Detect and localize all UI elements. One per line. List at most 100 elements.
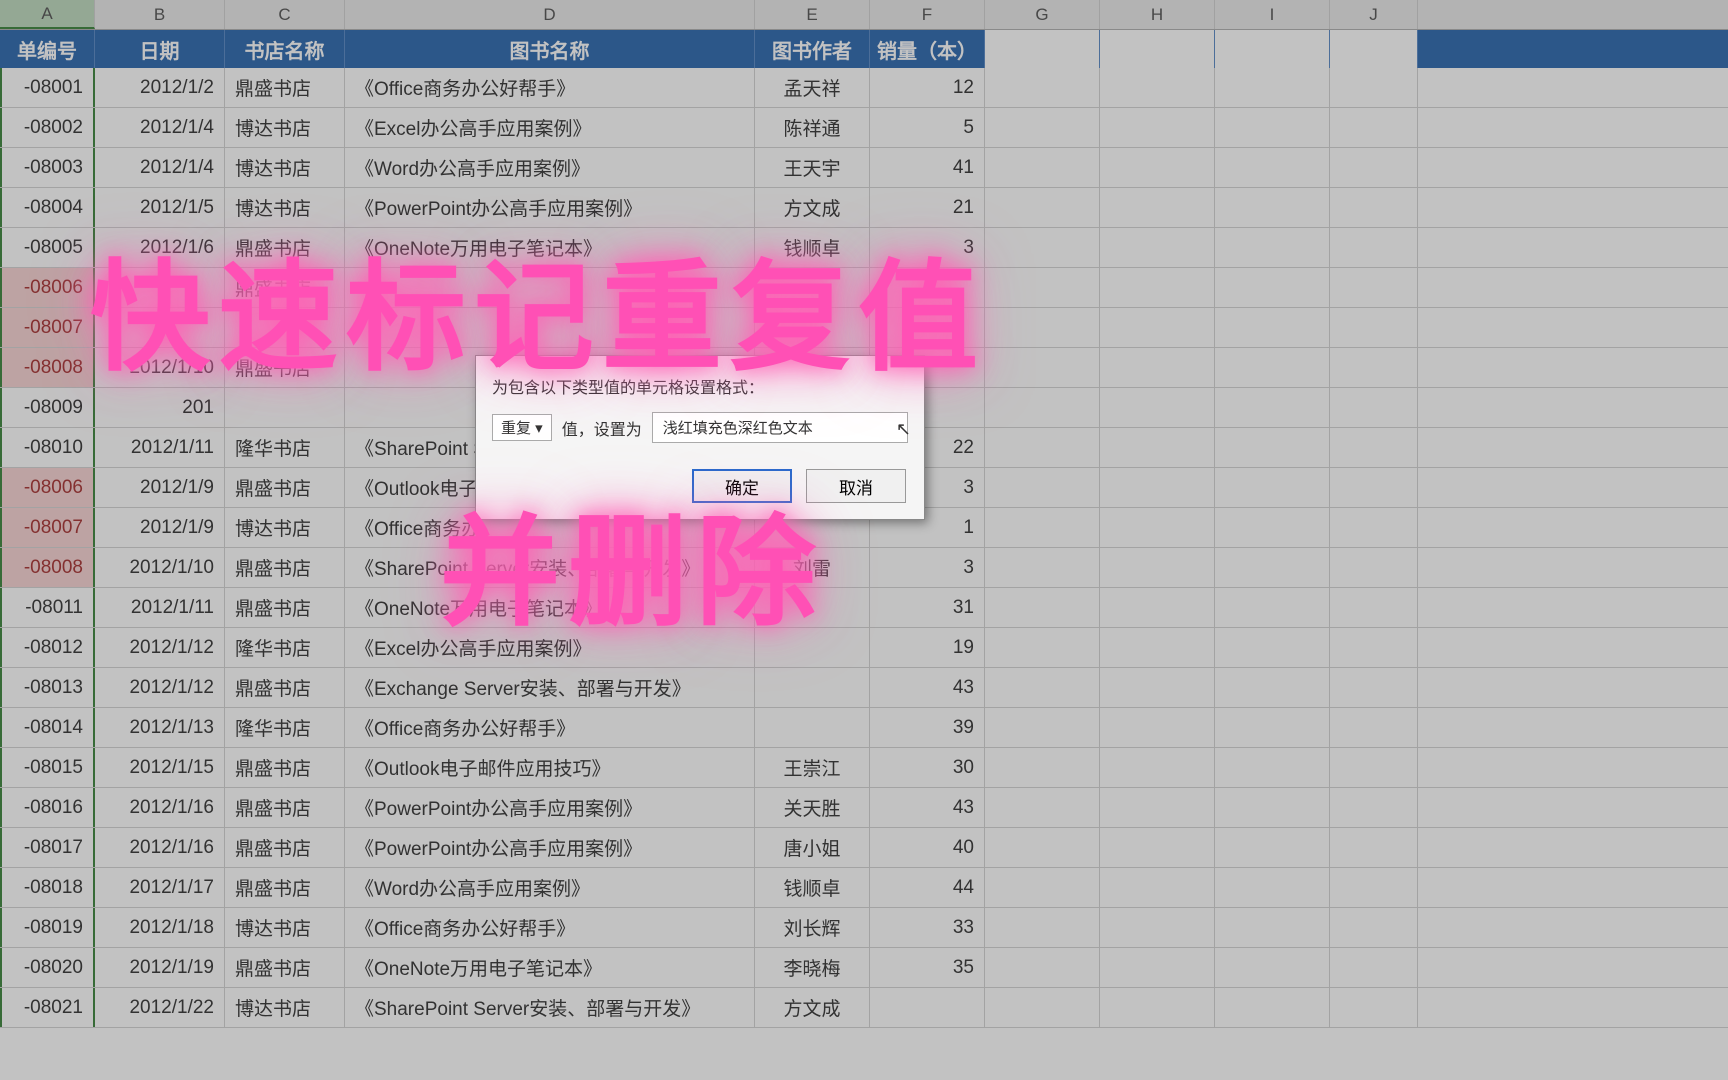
cell-blank[interactable] — [985, 868, 1100, 907]
cell-blank[interactable] — [985, 988, 1100, 1027]
cell-book[interactable]: 《Word办公高手应用案例》 — [345, 148, 755, 187]
cell-store[interactable]: 博达书店 — [225, 988, 345, 1027]
cell-author[interactable]: 孟天祥 — [755, 68, 870, 107]
cell-author[interactable] — [755, 708, 870, 747]
cell-author[interactable]: 王天宇 — [755, 148, 870, 187]
cell-blank[interactable] — [985, 828, 1100, 867]
cell-blank[interactable] — [1100, 908, 1215, 947]
cell-id[interactable]: -08012 — [0, 628, 95, 667]
cell-date[interactable]: 2012/1/12 — [95, 668, 225, 707]
cell-blank[interactable] — [1330, 868, 1418, 907]
column-header-G[interactable]: G — [985, 0, 1100, 29]
cell-blank[interactable] — [1215, 468, 1330, 507]
cell-date[interactable]: 2012/1/10 — [95, 348, 225, 387]
cell-sales[interactable]: 5 — [870, 108, 985, 147]
cell-id[interactable]: -08014 — [0, 708, 95, 747]
cell-blank[interactable] — [985, 148, 1100, 187]
cell-blank[interactable] — [1215, 708, 1330, 747]
cell-store[interactable]: 博达书店 — [225, 188, 345, 227]
cell-blank[interactable] — [985, 428, 1100, 467]
cell-date[interactable]: 2012/1/11 — [95, 588, 225, 627]
column-header-A[interactable]: A — [0, 0, 95, 29]
cell-blank[interactable] — [1100, 428, 1215, 467]
cell-sales[interactable] — [870, 268, 985, 307]
cell-store[interactable]: 博达书店 — [225, 148, 345, 187]
cell-blank[interactable] — [985, 188, 1100, 227]
format-dropdown[interactable]: 浅红填充色深红色文本 ↖ — [652, 412, 908, 443]
cell-author[interactable]: 陈祥通 — [755, 108, 870, 147]
cell-blank[interactable] — [1100, 828, 1215, 867]
cell-date[interactable]: 2012/1/15 — [95, 748, 225, 787]
cell-date[interactable]: 2012/1/12 — [95, 628, 225, 667]
cell-author[interactable]: 关天胜 — [755, 788, 870, 827]
cell-blank[interactable] — [1215, 948, 1330, 987]
cell-id[interactable]: -08017 — [0, 828, 95, 867]
cell-store[interactable] — [225, 308, 345, 347]
cell-id[interactable]: -08013 — [0, 668, 95, 707]
cell-author[interactable]: 钱顺卓 — [755, 868, 870, 907]
cell-date[interactable]: 2012/1/22 — [95, 988, 225, 1027]
cell-blank[interactable] — [1100, 548, 1215, 587]
cell-store[interactable]: 博达书店 — [225, 108, 345, 147]
cell-blank[interactable] — [1100, 668, 1215, 707]
cell-blank[interactable] — [1100, 188, 1215, 227]
column-header-C[interactable]: C — [225, 0, 345, 29]
cell-blank[interactable] — [985, 908, 1100, 947]
cell-store[interactable]: 鼎盛书店 — [225, 828, 345, 867]
cell-id[interactable]: -08021 — [0, 988, 95, 1027]
column-header-J[interactable]: J — [1330, 0, 1418, 29]
cell-book[interactable]: 《Excel办公高手应用案例》 — [345, 108, 755, 147]
cell-blank[interactable] — [1330, 548, 1418, 587]
cell-store[interactable]: 隆华书店 — [225, 708, 345, 747]
cell-id[interactable]: -08008 — [0, 548, 95, 587]
column-header-I[interactable]: I — [1215, 0, 1330, 29]
column-header-B[interactable]: B — [95, 0, 225, 29]
cell-store[interactable]: 隆华书店 — [225, 428, 345, 467]
cell-blank[interactable] — [1100, 308, 1215, 347]
cell-blank[interactable] — [1330, 948, 1418, 987]
cell-blank[interactable] — [1330, 668, 1418, 707]
cell-id[interactable]: -08009 — [0, 388, 95, 427]
cell-blank[interactable] — [985, 468, 1100, 507]
cell-author[interactable]: 唐小姐 — [755, 828, 870, 867]
cell-blank[interactable] — [1215, 828, 1330, 867]
cell-sales[interactable]: 43 — [870, 788, 985, 827]
cell-blank[interactable] — [985, 68, 1100, 107]
cell-date[interactable]: 2012/1/13 — [95, 708, 225, 747]
column-header-F[interactable]: F — [870, 0, 985, 29]
rule-type-dropdown[interactable]: 重复 ▾ — [492, 414, 552, 441]
cell-date[interactable]: 2012/1/17 — [95, 868, 225, 907]
cell-date[interactable] — [95, 308, 225, 347]
cell-blank[interactable] — [1100, 948, 1215, 987]
cell-book[interactable]: 《OneNote万用电子笔记本》 — [345, 228, 755, 267]
cell-book[interactable]: 《Exchange Server安装、部署与开发》 — [345, 668, 755, 707]
cell-date[interactable]: 2012/1/4 — [95, 148, 225, 187]
cell-book[interactable]: 《Office商务办公好帮手》 — [345, 68, 755, 107]
cell-book[interactable]: 《Outlook电子邮件应用技巧》 — [345, 748, 755, 787]
cell-book[interactable] — [345, 268, 755, 307]
cell-sales[interactable]: 40 — [870, 828, 985, 867]
cell-id[interactable]: -08018 — [0, 868, 95, 907]
cell-date[interactable]: 201 — [95, 388, 225, 427]
cell-blank[interactable] — [1215, 868, 1330, 907]
cell-blank[interactable] — [985, 508, 1100, 547]
cell-blank[interactable] — [1330, 188, 1418, 227]
cell-blank[interactable] — [1215, 508, 1330, 547]
cell-sales[interactable]: 21 — [870, 188, 985, 227]
cell-blank[interactable] — [1100, 68, 1215, 107]
cell-blank[interactable] — [1215, 108, 1330, 147]
cell-date[interactable]: 2012/1/6 — [95, 228, 225, 267]
cell-id[interactable]: -08015 — [0, 748, 95, 787]
cell-date[interactable] — [95, 268, 225, 307]
cell-id[interactable]: -08005 — [0, 228, 95, 267]
cell-store[interactable]: 鼎盛书店 — [225, 68, 345, 107]
cell-blank[interactable] — [1330, 828, 1418, 867]
cell-date[interactable]: 2012/1/9 — [95, 508, 225, 547]
cell-sales[interactable]: 30 — [870, 748, 985, 787]
cell-store[interactable]: 鼎盛书店 — [225, 948, 345, 987]
cell-blank[interactable] — [985, 748, 1100, 787]
cell-store[interactable]: 鼎盛书店 — [225, 228, 345, 267]
cell-author[interactable]: 王崇江 — [755, 748, 870, 787]
cell-store[interactable]: 鼎盛书店 — [225, 588, 345, 627]
cell-author[interactable] — [755, 268, 870, 307]
